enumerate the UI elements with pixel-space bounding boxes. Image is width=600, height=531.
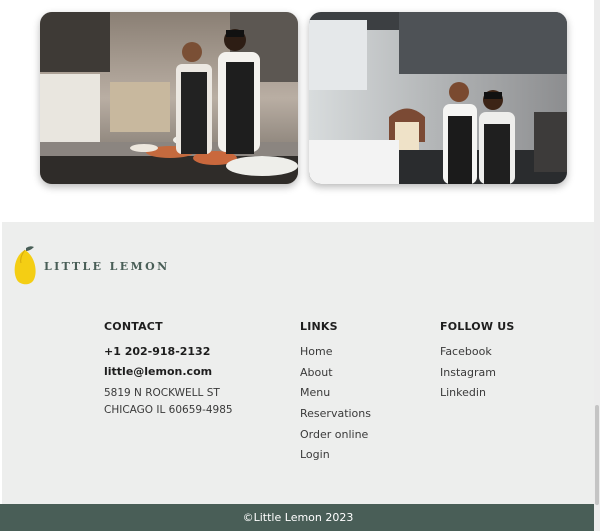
footer-links-column: LINKS Home About Menu Reservations Order… <box>300 320 371 466</box>
site-footer: LITTLE LEMON CONTACT +1 202-918-2132 lit… <box>2 222 594 504</box>
copyright-bar: ©Little Lemon 2023 <box>0 504 600 531</box>
contact-heading: CONTACT <box>104 320 163 333</box>
chef-photo-gallery <box>0 0 594 222</box>
chef-photo-prep <box>40 12 298 184</box>
footer-link-about[interactable]: About <box>300 363 371 384</box>
footer-link-login[interactable]: Login <box>300 445 371 466</box>
photo-two-chefs-laughing <box>309 12 567 184</box>
footer-link-linkedin[interactable]: Linkedin <box>440 383 514 404</box>
footer-contact-column: CONTACT +1 202-918-2132 little@lemon.com… <box>104 320 233 419</box>
lemon-icon <box>14 246 36 285</box>
footer-link-instagram[interactable]: Instagram <box>440 363 514 384</box>
footer-link-reservations[interactable]: Reservations <box>300 404 371 425</box>
chef-photo-laughing <box>309 12 567 184</box>
photo-two-chefs-prep-kitchen <box>40 12 298 184</box>
scrollbar-thumb[interactable] <box>595 405 599 505</box>
contact-address-line1: 5819 N ROCKWELL ST <box>104 387 220 399</box>
links-heading: LINKS <box>300 320 338 333</box>
footer-link-menu[interactable]: Menu <box>300 383 371 404</box>
follow-heading: FOLLOW US <box>440 320 515 333</box>
footer-follow-column: FOLLOW US Facebook Instagram Linkedin <box>440 320 514 404</box>
brand-name: LITTLE LEMON <box>44 259 170 273</box>
footer-link-facebook[interactable]: Facebook <box>440 342 514 363</box>
contact-email[interactable]: little@lemon.com <box>104 362 233 382</box>
footer-link-order-online[interactable]: Order online <box>300 425 371 446</box>
page-scrollbar[interactable] <box>594 0 600 531</box>
contact-phone[interactable]: +1 202-918-2132 <box>104 342 233 362</box>
contact-address-line2: CHICAGO IL 60659-4985 <box>104 404 233 416</box>
footer-link-home[interactable]: Home <box>300 342 371 363</box>
footer-brand[interactable]: LITTLE LEMON <box>12 244 170 288</box>
